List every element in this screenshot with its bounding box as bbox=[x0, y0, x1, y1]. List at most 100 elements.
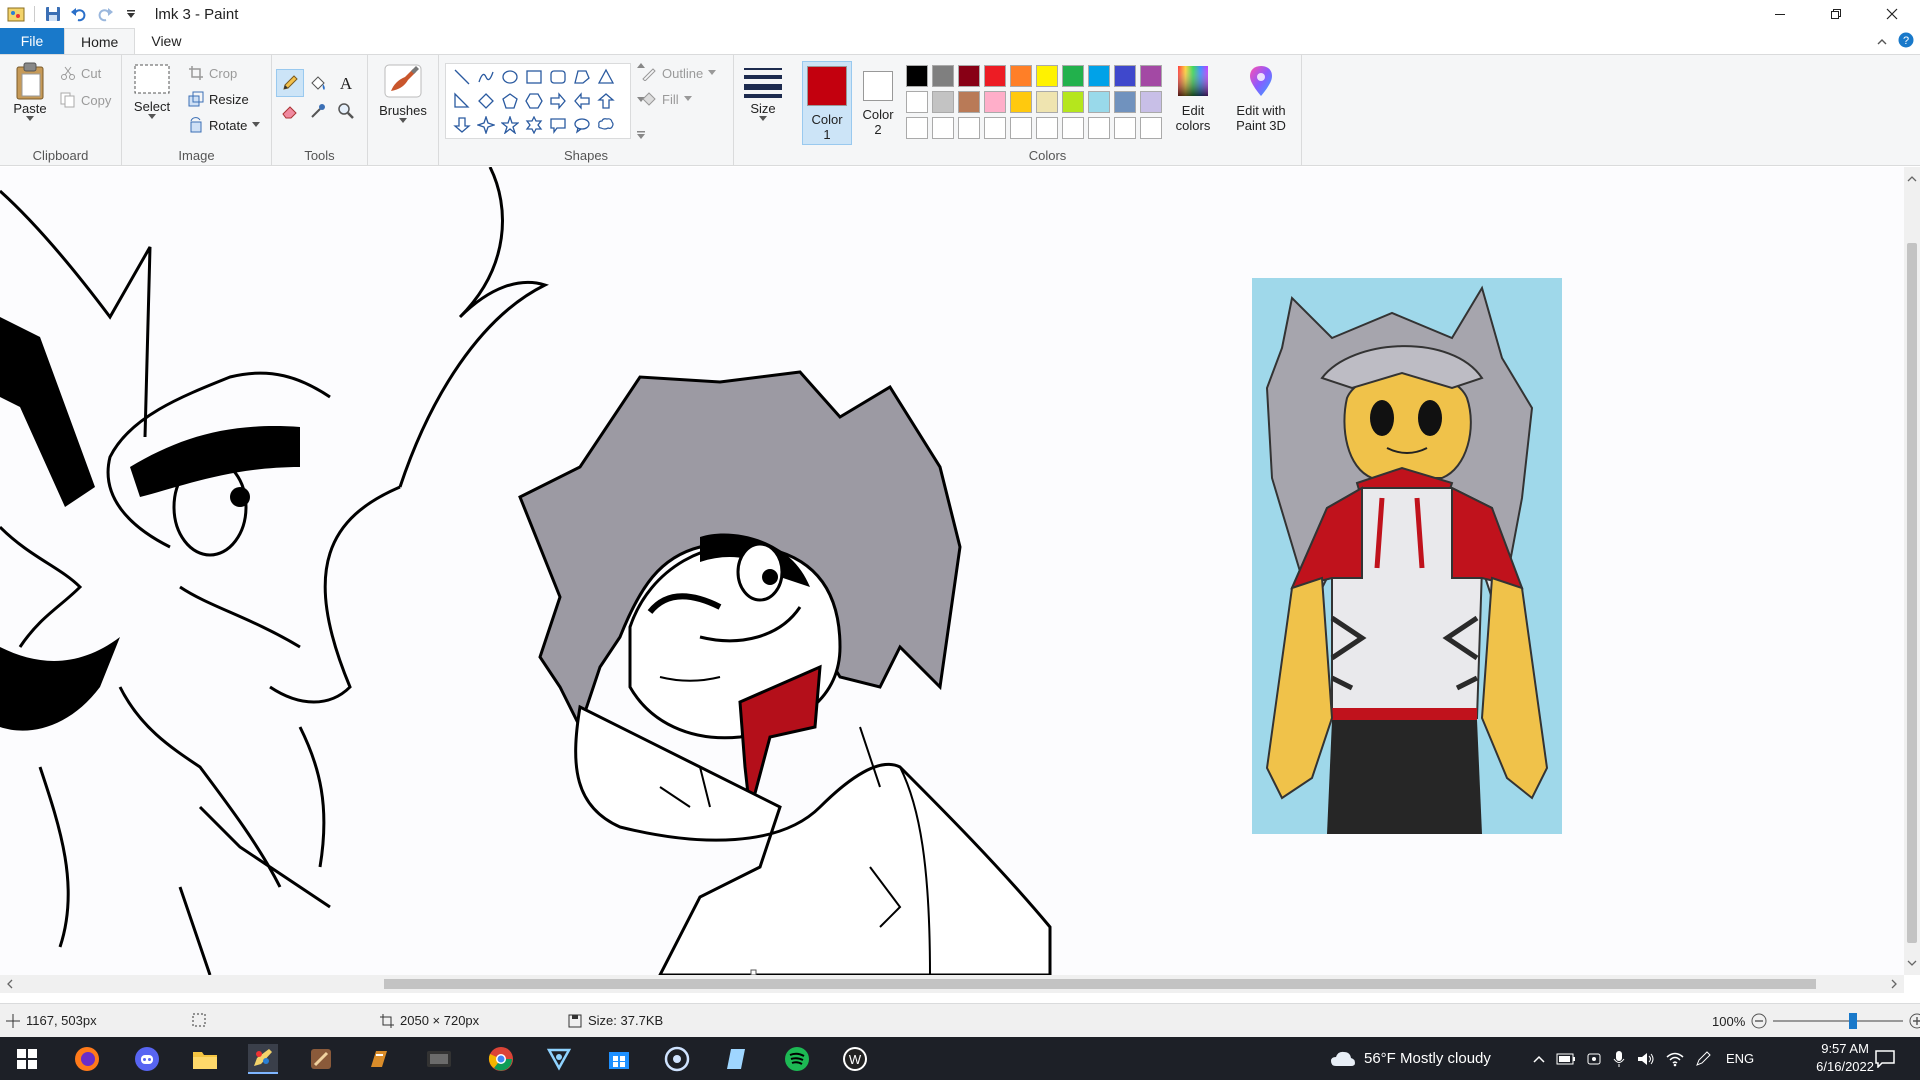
microphone-icon[interactable] bbox=[1612, 1050, 1626, 1068]
app-icon-7[interactable] bbox=[424, 1044, 454, 1074]
horizontal-scrollbar[interactable] bbox=[0, 975, 1904, 993]
chrome-icon[interactable] bbox=[486, 1044, 516, 1074]
cloud-callout-shape-icon[interactable] bbox=[594, 113, 618, 137]
horizontal-scroll-thumb[interactable] bbox=[384, 979, 1816, 989]
down-arrow-shape-icon[interactable] bbox=[450, 113, 474, 137]
right-triangle-shape-icon[interactable] bbox=[450, 89, 474, 113]
volume-icon[interactable] bbox=[1636, 1051, 1656, 1067]
vertical-scrollbar[interactable] bbox=[1904, 167, 1920, 975]
left-arrow-shape-icon[interactable] bbox=[570, 89, 594, 113]
rect-callout-shape-icon[interactable] bbox=[546, 113, 570, 137]
palette-swatch[interactable] bbox=[1036, 117, 1058, 139]
tray-chevron-up-icon[interactable] bbox=[1532, 1052, 1546, 1066]
zoom-slider[interactable] bbox=[1773, 1013, 1904, 1029]
rectangle-shape-icon[interactable] bbox=[522, 65, 546, 89]
palette-swatch[interactable] bbox=[1010, 65, 1032, 87]
file-explorer-icon[interactable] bbox=[190, 1044, 220, 1074]
oval-shape-icon[interactable] bbox=[498, 65, 522, 89]
scroll-up-icon[interactable] bbox=[1904, 171, 1920, 187]
undo-icon[interactable] bbox=[67, 2, 91, 26]
scroll-down-icon[interactable] bbox=[1904, 955, 1920, 971]
zoom-out-icon[interactable] bbox=[1751, 1013, 1767, 1029]
redo-icon[interactable] bbox=[93, 2, 117, 26]
language-indicator[interactable]: ENG bbox=[1726, 1051, 1754, 1066]
firefox-icon[interactable] bbox=[72, 1044, 102, 1074]
palette-swatch[interactable] bbox=[932, 117, 954, 139]
palette-swatch[interactable] bbox=[1088, 117, 1110, 139]
start-windows-icon[interactable] bbox=[12, 1044, 42, 1074]
paste-button[interactable]: Paste bbox=[8, 61, 52, 122]
six-point-star-shape-icon[interactable] bbox=[522, 113, 546, 137]
edit-colors-button[interactable]: Edit colors bbox=[1168, 63, 1218, 133]
zoom-in-icon[interactable] bbox=[1909, 1013, 1920, 1029]
eraser-tool-icon[interactable] bbox=[276, 97, 304, 125]
palette-swatch[interactable] bbox=[906, 117, 928, 139]
fill-bucket-tool-icon[interactable] bbox=[304, 69, 332, 97]
rounded-rectangle-shape-icon[interactable] bbox=[546, 65, 570, 89]
webcam-icon[interactable] bbox=[1586, 1051, 1602, 1067]
line-shape-icon[interactable] bbox=[450, 65, 474, 89]
palette-swatch[interactable] bbox=[1036, 65, 1058, 87]
select-button[interactable]: Select bbox=[132, 63, 172, 120]
edit-with-paint3d-button[interactable]: Edit with Paint 3D bbox=[1230, 63, 1292, 133]
palette-swatch[interactable] bbox=[906, 65, 928, 87]
save-icon[interactable] bbox=[41, 2, 65, 26]
resize-button[interactable]: Resize bbox=[188, 91, 249, 107]
zoom-slider-thumb[interactable] bbox=[1848, 1013, 1857, 1029]
palette-swatch[interactable] bbox=[1088, 91, 1110, 113]
cut-button[interactable]: Cut bbox=[60, 65, 101, 81]
palette-swatch[interactable] bbox=[932, 91, 954, 113]
app-icon-11[interactable] bbox=[662, 1044, 692, 1074]
scroll-left-icon[interactable] bbox=[2, 975, 18, 993]
copy-button[interactable]: Copy bbox=[60, 92, 111, 108]
palette-swatch[interactable] bbox=[1114, 91, 1136, 113]
app-icon-12[interactable] bbox=[720, 1044, 750, 1074]
restore-button[interactable] bbox=[1808, 0, 1864, 28]
pentagon-shape-icon[interactable] bbox=[498, 89, 522, 113]
pencil-tool-icon[interactable] bbox=[276, 69, 304, 97]
palette-swatch[interactable] bbox=[932, 65, 954, 87]
triangle-shape-icon[interactable] bbox=[594, 65, 618, 89]
palette-swatch[interactable] bbox=[958, 65, 980, 87]
spotify-icon[interactable] bbox=[782, 1044, 812, 1074]
palette-swatch[interactable] bbox=[1010, 91, 1032, 113]
palette-swatch[interactable] bbox=[1088, 65, 1110, 87]
pen-icon[interactable] bbox=[1694, 1050, 1712, 1068]
tab-home[interactable]: Home bbox=[64, 28, 136, 54]
rotate-button[interactable]: Rotate bbox=[188, 117, 261, 133]
right-arrow-shape-icon[interactable] bbox=[546, 89, 570, 113]
palette-swatch[interactable] bbox=[984, 65, 1006, 87]
app-icon-9[interactable] bbox=[544, 1044, 574, 1074]
text-tool-icon[interactable]: A bbox=[332, 69, 360, 97]
polygon-shape-icon[interactable] bbox=[570, 65, 594, 89]
paint-taskbar-icon[interactable] bbox=[248, 1044, 278, 1074]
palette-swatch[interactable] bbox=[1140, 117, 1162, 139]
battery-icon[interactable] bbox=[1556, 1052, 1576, 1066]
clock[interactable]: 9:57 AM 6/16/2022 bbox=[1816, 1040, 1874, 1076]
palette-swatch[interactable] bbox=[1062, 117, 1084, 139]
palette-swatch[interactable] bbox=[1114, 117, 1136, 139]
tab-file[interactable]: File bbox=[0, 28, 64, 54]
palette-swatch[interactable] bbox=[958, 117, 980, 139]
palette-swatch[interactable] bbox=[1114, 65, 1136, 87]
store-icon[interactable] bbox=[604, 1044, 634, 1074]
palette-swatch[interactable] bbox=[1062, 65, 1084, 87]
palette-swatch[interactable] bbox=[1140, 65, 1162, 87]
wifi-icon[interactable] bbox=[1666, 1051, 1684, 1067]
drawing-canvas[interactable] bbox=[0, 167, 1904, 975]
color-picker-tool-icon[interactable] bbox=[304, 97, 332, 125]
palette-swatch[interactable] bbox=[1140, 91, 1162, 113]
size-button[interactable]: Size bbox=[741, 65, 785, 122]
up-arrow-shape-icon[interactable] bbox=[594, 89, 618, 113]
outline-button[interactable]: Outline bbox=[641, 65, 717, 81]
palette-swatch[interactable] bbox=[1010, 117, 1032, 139]
customize-quick-access-icon[interactable] bbox=[119, 2, 143, 26]
weather-widget[interactable]: 56°F Mostly cloudy bbox=[1330, 1037, 1491, 1080]
scroll-right-icon[interactable] bbox=[1886, 975, 1902, 993]
app-icon-5[interactable] bbox=[306, 1044, 336, 1074]
palette-swatch[interactable] bbox=[1062, 91, 1084, 113]
palette-swatch[interactable] bbox=[906, 91, 928, 113]
diamond-shape-icon[interactable] bbox=[474, 89, 498, 113]
app-icon-6[interactable] bbox=[364, 1044, 394, 1074]
palette-swatch[interactable] bbox=[984, 91, 1006, 113]
